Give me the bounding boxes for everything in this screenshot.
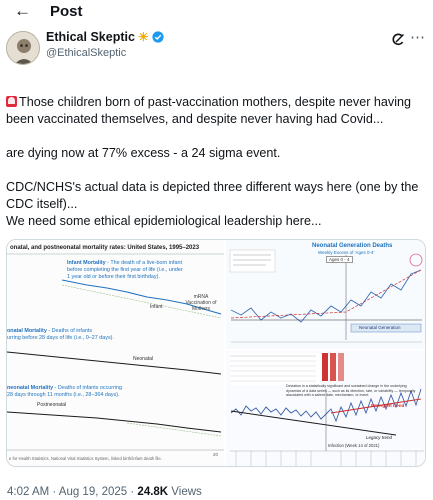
chart-title: onatal, and postneonatal mortality rates… <box>10 245 200 251</box>
neonatal-series-line <box>7 351 222 375</box>
neonatal-series-label: Neonatal <box>133 356 154 362</box>
chart-subtitle: Weekly Excess of 'Ages 0-4' <box>318 250 375 255</box>
view-count: 24.8K <box>137 486 169 498</box>
legacy-trend-label: Legacy trend <box>366 435 393 440</box>
media-image-trend-deviation[interactable]: Deviation in a statistically significant… <box>226 351 425 466</box>
page-title: Post <box>50 3 83 20</box>
siren-emoji-icon <box>6 96 17 107</box>
postneonatal-series-line <box>7 411 222 433</box>
post-meta: 4:02 AM · Aug 19, 2025 · 24.8K Views <box>7 486 202 498</box>
sun-emoji: ☀ <box>137 30 149 44</box>
more-options-icon[interactable]: ⋯ <box>410 28 426 46</box>
x-tick-label: 20 <box>213 452 219 457</box>
emergent-trend-label: Emergent trend <box>371 403 405 408</box>
back-arrow-icon[interactable]: ← <box>14 2 31 20</box>
media-image-neonatal-generation-deaths[interactable]: Neonatal Generation Deaths Weekly Excess… <box>226 240 425 349</box>
grok-icon[interactable] <box>391 33 405 47</box>
views-label: Views <box>168 486 202 498</box>
postneonatal-trend-line <box>126 422 222 437</box>
post-text-line: CDC/NCHS's actual data is depicted three… <box>6 180 419 194</box>
author-handle[interactable]: @EthicalSkeptic <box>46 47 126 59</box>
postneonatal-series-label: Postneonatal <box>37 402 67 408</box>
author-name[interactable]: Ethical Skeptic <box>46 30 135 44</box>
post-text-line: CDC itself)... <box>6 197 78 211</box>
post-text-line: We need some ethical epidemiological lea… <box>6 214 322 228</box>
postneonatal-annotation: neonatal Mortality - Deaths of infants o… <box>7 385 123 398</box>
avatar[interactable] <box>6 31 40 65</box>
infant-series-label: Infant <box>150 304 163 310</box>
top-bar: ← Post <box>0 0 433 24</box>
infection-label: Infection (Week 14 of 2021) <box>328 443 380 448</box>
media-image-mortality-rates[interactable]: onatal, and postneonatal mortality rates… <box>7 240 224 466</box>
age-group-label: Ages 0 - 4 <box>326 256 353 263</box>
neonatal-annotation: onatal Mortality - Deaths of infants urr… <box>7 328 114 341</box>
chart-source: e for Health Statistics, National Vital … <box>9 456 162 461</box>
mrna-annotation: mRNA Vaccination of Mothers <box>185 294 217 312</box>
chart-description: Deviation in a statistically significant… <box>286 384 416 398</box>
post-text-line: Those children born of past-vaccination … <box>6 94 431 111</box>
post-text-line: are dying now at 77% excess - a 24 sigma… <box>6 146 281 160</box>
period-annotation: Neonatal Generation <box>359 325 401 330</box>
weekly-excess-line <box>230 269 422 323</box>
verified-badge-icon <box>152 31 164 43</box>
infant-annotation: Infant Mortality - The death of a live-b… <box>67 260 183 280</box>
media-grid: onatal, and postneonatal mortality rates… <box>6 239 426 467</box>
chart-title: Neonatal Generation Deaths <box>312 243 393 249</box>
post-timestamp[interactable]: 4:02 AM · Aug 19, 2025 · <box>7 486 137 498</box>
post-text-line: been vaccinated themselves, and despite … <box>6 112 384 126</box>
author-name-row[interactable]: Ethical Skeptic ☀ <box>46 30 164 44</box>
